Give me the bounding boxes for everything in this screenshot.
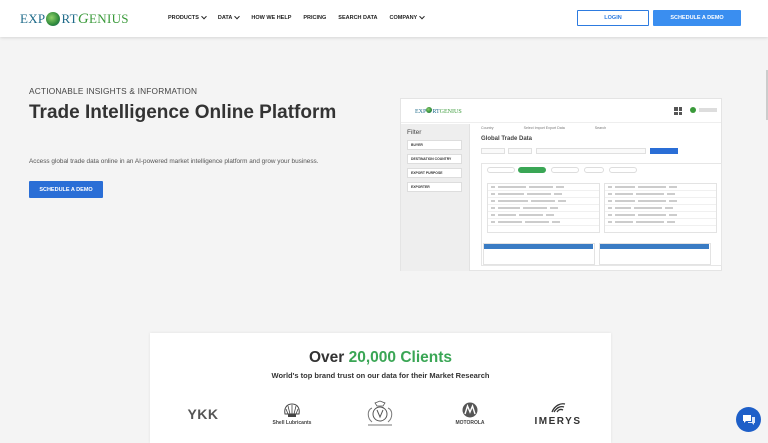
mockup-filter-buyer: BUYER <box>407 140 462 150</box>
nav-products[interactable]: PRODUCTS <box>168 13 207 21</box>
nav-pricing[interactable]: PRICING <box>303 15 326 21</box>
mockup-pill <box>609 167 637 173</box>
chat-bubble-icon <box>742 414 755 425</box>
mockup-pill <box>551 167 579 173</box>
mockup-pill <box>487 167 515 173</box>
nav-data[interactable]: DATA <box>218 13 241 21</box>
schedule-demo-hero-button[interactable]: SCHEDULE A DEMO <box>29 181 103 198</box>
shell-icon <box>284 402 300 417</box>
hero-eyebrow: ACTIONABLE INSIGHTS & INFORMATION <box>29 86 198 96</box>
nav-how-we-help[interactable]: HOW WE HELP <box>251 15 291 21</box>
hero-title: Trade Intelligence Online Platform <box>29 102 337 123</box>
clients-section: Over 20,000 Clients World's top brand tr… <box>150 333 611 443</box>
mockup-filter-destination-country: DESTINATION COUNTRY <box>407 154 462 164</box>
site-header: EXP RT G ENIUS PRODUCTS DATA HOW WE HELP… <box>0 0 768 37</box>
main-nav: PRODUCTS DATA HOW WE HELP PRICING SEARCH… <box>168 13 426 21</box>
imerys-logo: IMERYS <box>530 399 586 429</box>
nav-company[interactable]: COMPANY <box>390 13 426 21</box>
mockup-filter-export-purpose: EXPORT PURPOSE <box>407 168 462 178</box>
mockup-tabs: Country Select Import Export Data Search <box>481 126 606 130</box>
schedule-demo-header-button[interactable]: SCHEDULE A DEMO <box>653 10 741 26</box>
chevron-down-icon <box>201 13 207 20</box>
imerys-icon <box>551 402 566 412</box>
ykk-logo: YKK <box>187 406 219 422</box>
mockup-field <box>536 148 646 154</box>
login-button[interactable]: LOGIN <box>577 10 649 26</box>
mockup-header: EXP RTGENIUS <box>401 99 721 123</box>
mockup-tab-search: Search <box>594 126 607 130</box>
mockup-field <box>481 148 505 154</box>
avatar <box>690 107 696 113</box>
mockup-user-name <box>699 108 717 112</box>
motorola-logo: MOTOROLA <box>450 399 490 429</box>
clients-subtitle: World's top brand trust on our data for … <box>271 371 490 380</box>
nav-search-data[interactable]: SEARCH DATA <box>338 15 377 21</box>
platform-mockup-image: EXP RTGENIUS Filter BUYER DESTINATION COU… <box>400 98 722 271</box>
grid-icon <box>674 107 682 115</box>
hero-subtitle: Access global trade data online in an AI… <box>29 158 319 165</box>
mockup-pill <box>584 167 604 173</box>
motorola-icon <box>462 402 478 418</box>
mockup-title: Global Trade Data <box>481 136 533 142</box>
chat-widget-button[interactable] <box>736 407 761 432</box>
mockup-table-right <box>604 183 717 233</box>
mockup-filter-title: Filter <box>407 129 422 136</box>
mockup-search-button <box>650 148 678 154</box>
mockup-filter-panel: Filter BUYER DESTINATION COUNTRY EXPORT … <box>401 124 470 271</box>
export-genius-logo[interactable]: EXP RT G ENIUS <box>20 8 129 30</box>
mockup-tab-select-data: Select Import Export Data <box>523 126 565 130</box>
mockup-field <box>508 148 532 154</box>
mockup-pill-active <box>518 167 546 173</box>
philip-morris-crest-icon <box>360 399 400 429</box>
chevron-down-icon <box>234 13 241 20</box>
mockup-logo: EXP RTGENIUS <box>415 107 462 115</box>
clients-title: Over 20,000 Clients <box>308 349 453 366</box>
globe-icon <box>46 12 61 26</box>
mockup-filter-exporter: EXPORTER <box>407 182 462 192</box>
shell-logo: Shell Lubricants <box>266 399 318 429</box>
mockup-table-left <box>487 183 600 233</box>
mockup-chart-panel <box>599 243 711 265</box>
mockup-tab-country: Country <box>481 126 494 130</box>
chevron-down-icon <box>419 13 426 20</box>
mockup-chart-panel <box>483 243 595 265</box>
